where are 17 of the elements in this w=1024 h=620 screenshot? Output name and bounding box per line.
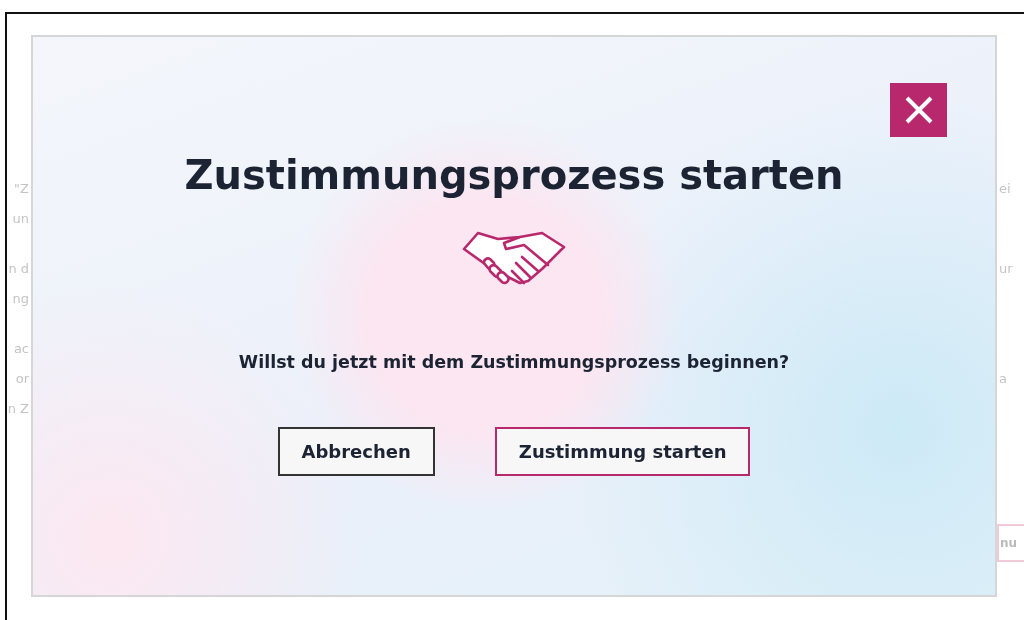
background-text: a xyxy=(998,370,1008,388)
background-text: n Z xyxy=(7,400,30,418)
background-text: "Z xyxy=(13,180,30,198)
close-button[interactable] xyxy=(890,83,947,137)
dialog-title: Zustimmungsprozess starten xyxy=(184,151,844,200)
background-text: un xyxy=(11,210,30,228)
close-icon xyxy=(903,95,934,125)
background-text: n d xyxy=(7,260,30,278)
background-text: or xyxy=(14,370,30,388)
start-button[interactable]: Zustimmung starten xyxy=(494,427,751,477)
background-text: ei xyxy=(998,180,1012,198)
background-text: ng xyxy=(11,290,30,308)
background-text: ur xyxy=(998,260,1014,278)
dialog-question: Willst du jetzt mit dem Zustimmungsprozess beginnen? xyxy=(238,351,790,374)
handshake-icon xyxy=(462,229,566,287)
background-text: ac xyxy=(12,340,30,358)
cancel-button[interactable]: Abbrechen xyxy=(277,427,435,477)
